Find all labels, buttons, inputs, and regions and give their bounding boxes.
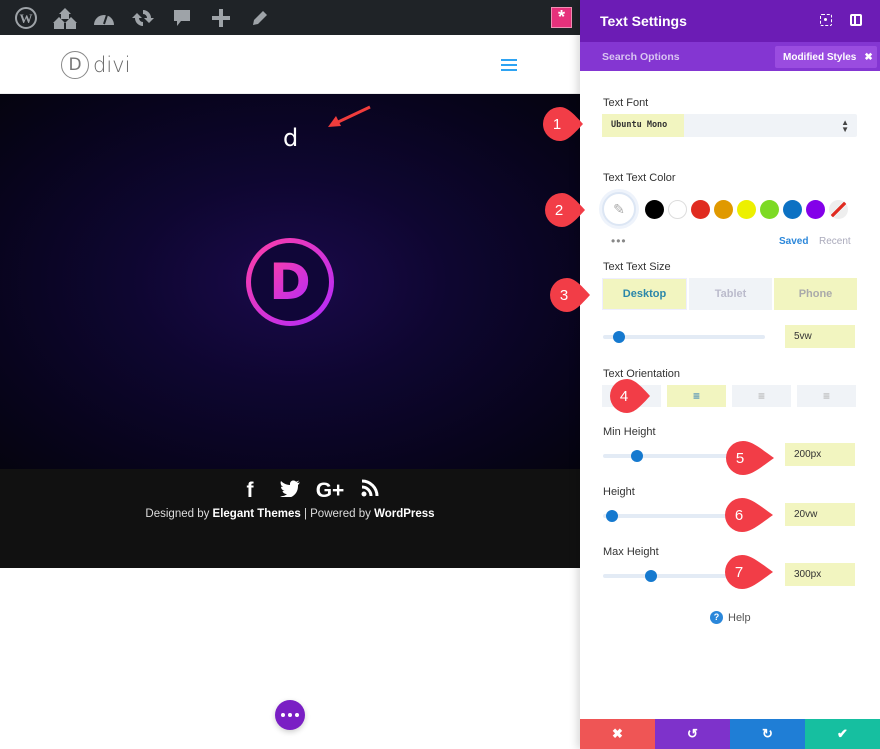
site-footer: f G+ Designed by Elegant Themes | Powere… xyxy=(0,469,580,568)
max-height-input[interactable]: 300px xyxy=(785,563,855,586)
google-plus-icon[interactable]: G+ xyxy=(310,479,350,503)
panel-search-bar: Search Options Modified Styles ✖ xyxy=(580,42,880,71)
swatch[interactable] xyxy=(714,199,733,219)
text-size-slider[interactable] xyxy=(603,331,765,343)
annotation-marker: 6 xyxy=(725,498,773,532)
swatch[interactable] xyxy=(737,199,756,219)
footer-credits: Designed by Elegant Themes | Powered by … xyxy=(145,508,435,520)
svg-text:W: W xyxy=(19,11,32,26)
modified-styles-filter[interactable]: Modified Styles ✖ xyxy=(775,46,877,68)
align-center-icon[interactable]: ≡ xyxy=(667,385,726,407)
twitter-icon[interactable] xyxy=(270,479,310,503)
swatch[interactable] xyxy=(645,199,664,219)
help-link[interactable]: ? Help xyxy=(710,611,751,624)
dashboard-icon[interactable] xyxy=(86,0,121,35)
menu-icon[interactable] xyxy=(501,59,517,71)
site-logo[interactable]: D divi xyxy=(61,51,130,79)
panel-header: Text Settings xyxy=(580,0,880,42)
panel-title: Text Settings xyxy=(600,13,687,29)
min-height-input[interactable]: 200px xyxy=(785,443,855,466)
text-font-select[interactable]: Ubuntu Mono ▲ ▼ xyxy=(602,114,857,137)
swatch[interactable] xyxy=(691,199,710,219)
wordpress-icon[interactable]: W xyxy=(8,0,43,35)
comments-icon[interactable] xyxy=(164,0,199,35)
text-size-input[interactable]: 5vw xyxy=(785,325,855,348)
swatch[interactable] xyxy=(760,199,779,219)
undo-button[interactable]: ↺ xyxy=(655,719,730,749)
my-sites-icon[interactable] xyxy=(47,0,82,35)
search-options-input[interactable]: Search Options xyxy=(602,51,680,63)
text-size-label: Text Text Size xyxy=(603,261,671,273)
builder-options-button[interactable] xyxy=(275,700,305,730)
annotation-marker: 2 xyxy=(545,193,585,227)
site-header: D divi xyxy=(0,35,580,94)
max-height-label: Max Height xyxy=(603,546,659,558)
new-icon[interactable] xyxy=(203,0,238,35)
height-slider[interactable] xyxy=(603,510,743,522)
tab-desktop[interactable]: Desktop xyxy=(602,278,687,310)
saved-colors-tab[interactable]: Saved xyxy=(779,236,808,247)
color-swatches: ✎ xyxy=(602,192,852,226)
annotation-arrow-icon xyxy=(328,105,371,127)
asterisk-icon: * xyxy=(557,7,565,27)
save-button[interactable]: ✔ xyxy=(805,719,880,749)
help-icon: ? xyxy=(710,611,723,624)
expand-icon[interactable] xyxy=(820,14,832,26)
align-right-icon[interactable]: ≡ xyxy=(732,385,791,407)
annotation-marker: 7 xyxy=(725,555,773,589)
annotation-marker: 3 xyxy=(550,278,590,312)
facebook-icon[interactable]: f xyxy=(230,479,270,503)
no-color-swatch[interactable] xyxy=(829,199,848,219)
max-height-slider[interactable] xyxy=(603,570,743,582)
tab-tablet[interactable]: Tablet xyxy=(689,278,772,310)
text-color-label: Text Text Color xyxy=(603,172,676,184)
annotation-marker: 5 xyxy=(726,441,774,475)
panel-actions: ✖ ↺ ↻ ✔ xyxy=(580,719,880,749)
swatch[interactable] xyxy=(783,199,802,219)
text-font-label: Text Font xyxy=(603,97,649,109)
redo-button[interactable]: ↻ xyxy=(730,719,805,749)
annotation-marker: 4 xyxy=(610,379,650,413)
divi-logo-badge: D xyxy=(246,238,334,326)
edit-icon[interactable] xyxy=(242,0,277,35)
visual-builder-button[interactable]: * xyxy=(551,7,572,28)
text-module[interactable]: d xyxy=(283,124,298,152)
rss-icon[interactable] xyxy=(350,479,390,503)
recent-colors-tab[interactable]: Recent xyxy=(819,236,851,247)
swatch[interactable] xyxy=(668,199,687,219)
select-arrows-icon: ▲ ▼ xyxy=(841,118,849,134)
min-height-label: Min Height xyxy=(603,426,656,438)
social-icons: f G+ xyxy=(230,479,390,503)
more-colors-icon[interactable]: ••• xyxy=(611,234,627,248)
admin-bar: W * xyxy=(0,0,580,35)
min-height-slider[interactable] xyxy=(603,450,743,462)
logo-mark: D xyxy=(61,51,89,79)
settings-panel: Text Settings Search Options Modified St… xyxy=(580,0,880,749)
sidebar-toggle-icon[interactable] xyxy=(850,14,862,26)
device-tabs: Desktop Tablet Phone xyxy=(602,278,857,310)
swatch[interactable] xyxy=(806,199,825,219)
tab-phone[interactable]: Phone xyxy=(774,278,857,310)
wordpress-link[interactable]: WordPress xyxy=(374,508,435,520)
hero-section: d D xyxy=(0,94,580,469)
height-input[interactable]: 20vw xyxy=(785,503,855,526)
logo-text: divi xyxy=(93,53,131,77)
height-label: Height xyxy=(603,486,635,498)
align-justify-icon[interactable]: ≡ xyxy=(797,385,856,407)
elegant-themes-link[interactable]: Elegant Themes xyxy=(213,508,301,520)
close-icon[interactable]: ✖ xyxy=(864,52,872,63)
updates-icon[interactable] xyxy=(125,0,160,35)
annotation-marker: 1 xyxy=(543,107,583,141)
eyedropper-icon[interactable]: ✎ xyxy=(602,192,636,226)
discard-button[interactable]: ✖ xyxy=(580,719,655,749)
